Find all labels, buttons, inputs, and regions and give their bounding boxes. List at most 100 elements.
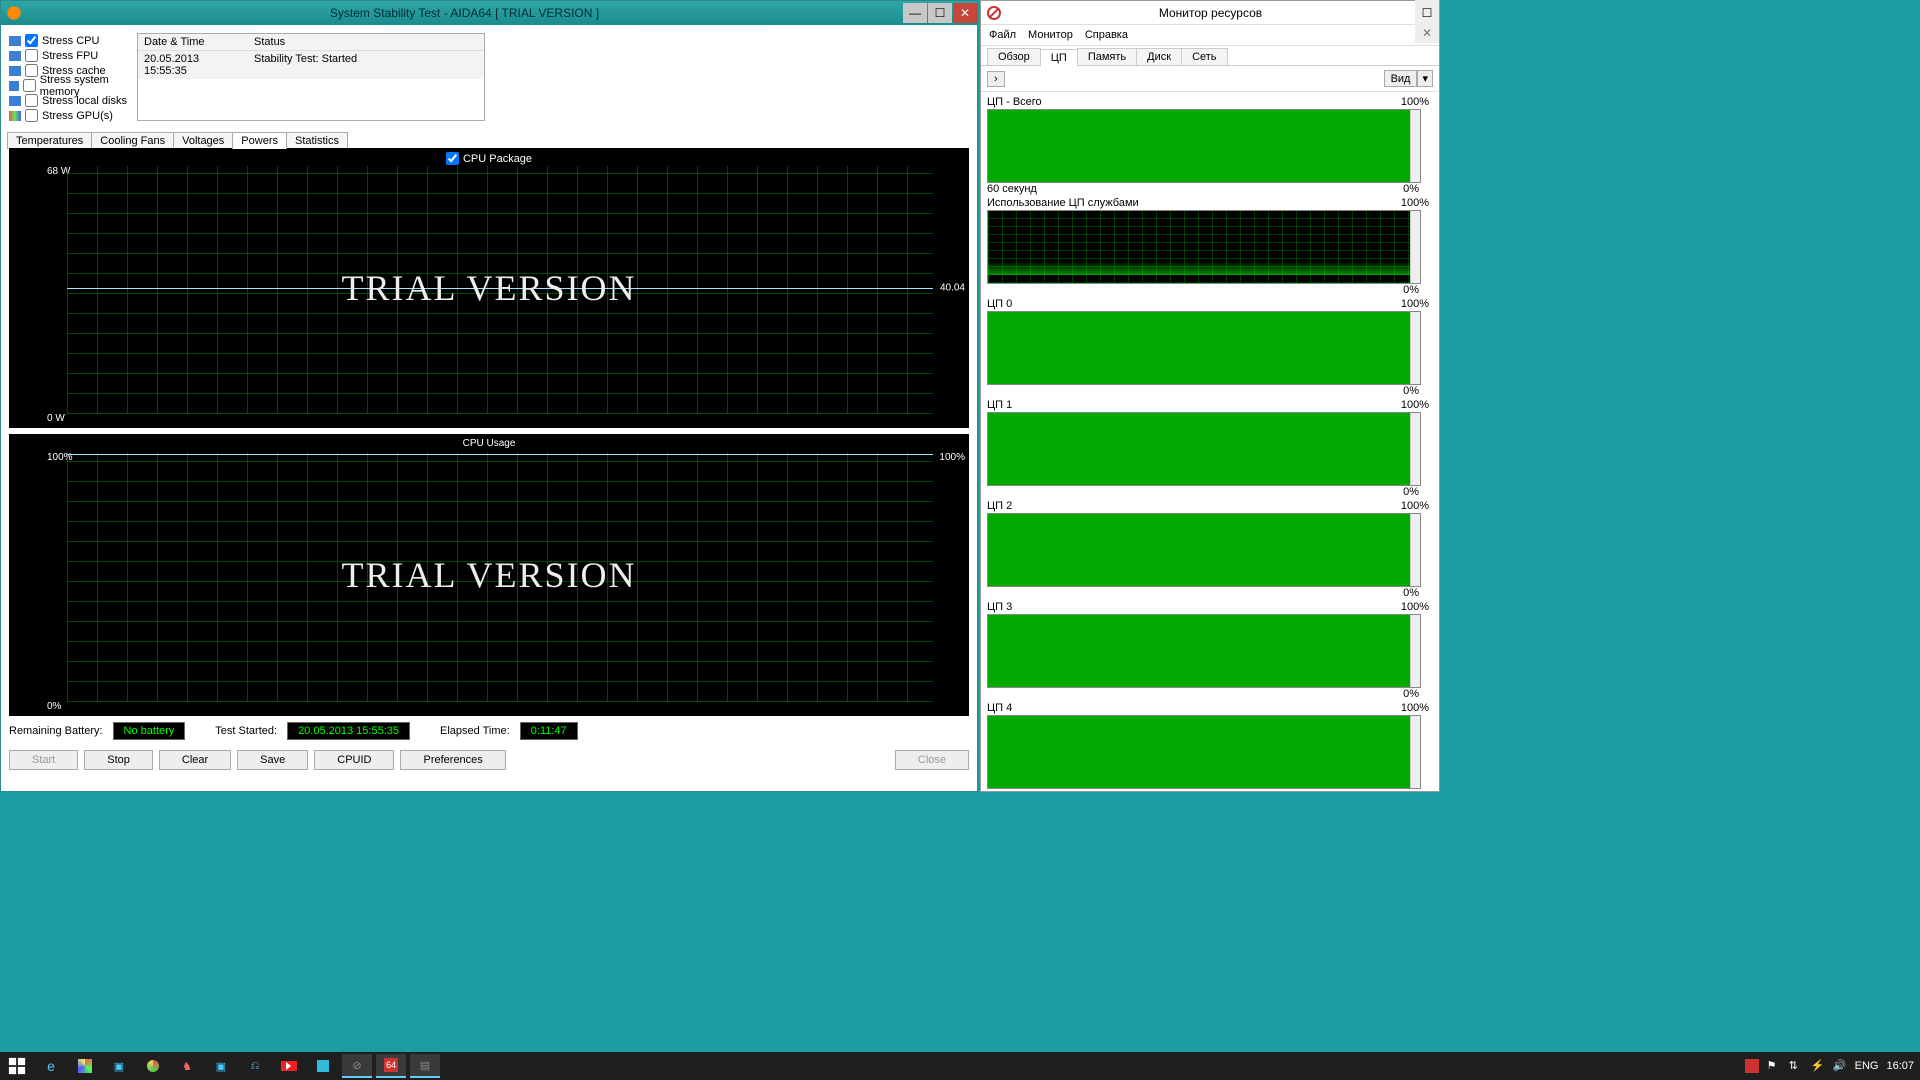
aida-tabs: TemperaturesCooling FansVoltagesPowersSt…	[1, 132, 977, 149]
stress-checkbox[interactable]	[25, 49, 38, 62]
rm-tab[interactable]: Память	[1077, 48, 1137, 65]
graph-scrollbar[interactable]	[1410, 615, 1420, 687]
cpuid-button[interactable]: CPUID	[314, 750, 394, 770]
tab-statistics[interactable]: Statistics	[286, 132, 348, 149]
aida-titlebar[interactable]: System Stability Test - AIDA64 [ TRIAL V…	[1, 1, 977, 25]
hardware-icon	[9, 81, 19, 91]
cpu-usage-title: CPU Usage	[463, 438, 516, 449]
graph-scrollbar[interactable]	[1410, 110, 1420, 182]
stress-checkbox[interactable]	[25, 109, 38, 122]
stress-checkbox[interactable]	[25, 64, 38, 77]
tab-temperatures[interactable]: Temperatures	[7, 132, 92, 149]
remaining-battery-label: Remaining Battery:	[9, 725, 103, 737]
view-dropdown-button[interactable]: ▾	[1417, 70, 1433, 87]
graph-min: 0%	[1403, 284, 1419, 296]
stress-checkbox[interactable]	[25, 94, 38, 107]
close-dialog-button[interactable]: Close	[895, 750, 969, 770]
cpu-package-checkbox[interactable]	[446, 152, 459, 165]
hardware-icon	[9, 96, 21, 106]
graph-scrollbar[interactable]	[1410, 716, 1420, 788]
tray-volume-icon[interactable]: 🔊	[1833, 1059, 1847, 1073]
tab-voltages[interactable]: Voltages	[173, 132, 233, 149]
menu-item[interactable]: Монитор	[1028, 29, 1073, 41]
stress-option[interactable]: Stress CPU	[9, 33, 131, 48]
cpu-graph: ЦП 2 100% 0%	[985, 500, 1435, 599]
taskbar-app-icon[interactable]: ▣	[206, 1054, 236, 1078]
menu-item[interactable]: Справка	[1085, 29, 1128, 41]
taskbar-youtube-icon[interactable]	[274, 1054, 304, 1078]
clear-button[interactable]: Clear	[159, 750, 231, 770]
stop-button[interactable]: Stop	[84, 750, 153, 770]
tray-power-icon[interactable]: ⚡	[1811, 1059, 1825, 1073]
tray-network-icon[interactable]: ⇅	[1789, 1059, 1803, 1073]
aida-statusbar: Remaining Battery: No battery Test Start…	[1, 716, 977, 746]
rm-menu: Файл Монитор Справка	[981, 25, 1439, 46]
graph-min: 0%	[1403, 183, 1419, 195]
start-button[interactable]	[2, 1054, 32, 1078]
tab-cooling-fans[interactable]: Cooling Fans	[91, 132, 174, 149]
menu-item[interactable]: Файл	[989, 29, 1016, 41]
taskbar-aida64-icon[interactable]: 64	[376, 1054, 406, 1078]
stress-option[interactable]: Stress FPU	[9, 48, 131, 63]
stress-label: Stress local disks	[42, 95, 127, 107]
taskbar-app-icon[interactable]	[70, 1054, 100, 1078]
rm-tab[interactable]: Сеть	[1181, 48, 1227, 65]
graph-scrollbar[interactable]	[1410, 413, 1420, 485]
maximize-button[interactable]: ☐	[1415, 3, 1439, 23]
tray-aida-icon[interactable]	[1745, 1059, 1759, 1073]
taskbar-resource-monitor-icon[interactable]: ▤	[410, 1054, 440, 1078]
rm-toolbar: › Вид ▾	[981, 66, 1439, 92]
stress-checkbox[interactable]	[23, 79, 36, 92]
usage-line	[67, 454, 933, 455]
elapsed-value: 0:11:47	[520, 722, 578, 740]
rm-tab[interactable]: ЦП	[1040, 49, 1078, 66]
graph-max: 100%	[1401, 702, 1429, 714]
clock[interactable]: 16:07	[1886, 1060, 1914, 1072]
taskbar-chrome-icon[interactable]	[138, 1054, 168, 1078]
tab-powers[interactable]: Powers	[232, 132, 287, 149]
expand-button[interactable]: ›	[987, 71, 1005, 87]
aida-icon	[5, 4, 23, 22]
rm-tab[interactable]: Диск	[1136, 48, 1182, 65]
graph-min: 0%	[1403, 688, 1419, 700]
tray-flag-icon[interactable]: ⚑	[1767, 1059, 1781, 1073]
cpu-usage-chart: CPU Usage 100% 0% 100% TRIAL VERSION	[9, 434, 969, 716]
taskbar-ie-icon[interactable]: e	[36, 1054, 66, 1078]
stress-options: Stress CPU Stress FPU Stress cache Stres…	[9, 33, 131, 123]
cpu-package-label: CPU Package	[463, 153, 532, 165]
graph-scrollbar[interactable]	[1410, 312, 1420, 384]
graph-scrollbar[interactable]	[1410, 211, 1420, 283]
preferences-button[interactable]: Preferences	[400, 750, 505, 770]
graph-max: 100%	[1401, 298, 1429, 310]
taskbar-app-icon[interactable]: ⊘	[342, 1054, 372, 1078]
chart-legend[interactable]: CPU Package	[446, 152, 532, 165]
power-axis-bottom: 0 W	[47, 413, 65, 424]
stress-option[interactable]: Stress local disks	[9, 93, 131, 108]
graph-max: 100%	[1401, 197, 1429, 209]
maximize-button[interactable]: ☐	[928, 3, 952, 23]
log-col-status: Status	[248, 34, 291, 50]
stress-option[interactable]: Stress system memory	[9, 78, 131, 93]
rm-titlebar[interactable]: Монитор ресурсов — ☐ ✕	[981, 1, 1439, 25]
language-indicator[interactable]: ENG	[1855, 1060, 1879, 1072]
save-button[interactable]: Save	[237, 750, 308, 770]
taskbar-app-icon[interactable]	[308, 1054, 338, 1078]
minimize-button[interactable]: —	[903, 3, 927, 23]
cpu-graph: ЦП - Всего 100% 60 секунд 0%	[985, 96, 1435, 195]
graph-fill	[988, 413, 1410, 485]
close-button[interactable]: ✕	[953, 3, 977, 23]
cpu-graph: ЦП 3 100% 0%	[985, 601, 1435, 700]
close-button[interactable]: ✕	[1415, 23, 1439, 43]
graph-name: ЦП 4	[987, 702, 1012, 714]
taskbar-app-icon[interactable]: ⎌	[240, 1054, 270, 1078]
taskbar-explorer-icon[interactable]: ▣	[104, 1054, 134, 1078]
start-button[interactable]: Start	[9, 750, 78, 770]
stress-checkbox[interactable]	[25, 34, 38, 47]
taskbar-app-icon[interactable]: ♞	[172, 1054, 202, 1078]
view-button[interactable]: Вид	[1384, 70, 1418, 87]
rm-tab[interactable]: Обзор	[987, 48, 1041, 65]
graph-fill	[988, 312, 1410, 384]
hardware-icon	[9, 66, 21, 76]
stress-option[interactable]: Stress GPU(s)	[9, 108, 131, 123]
graph-scrollbar[interactable]	[1410, 514, 1420, 586]
